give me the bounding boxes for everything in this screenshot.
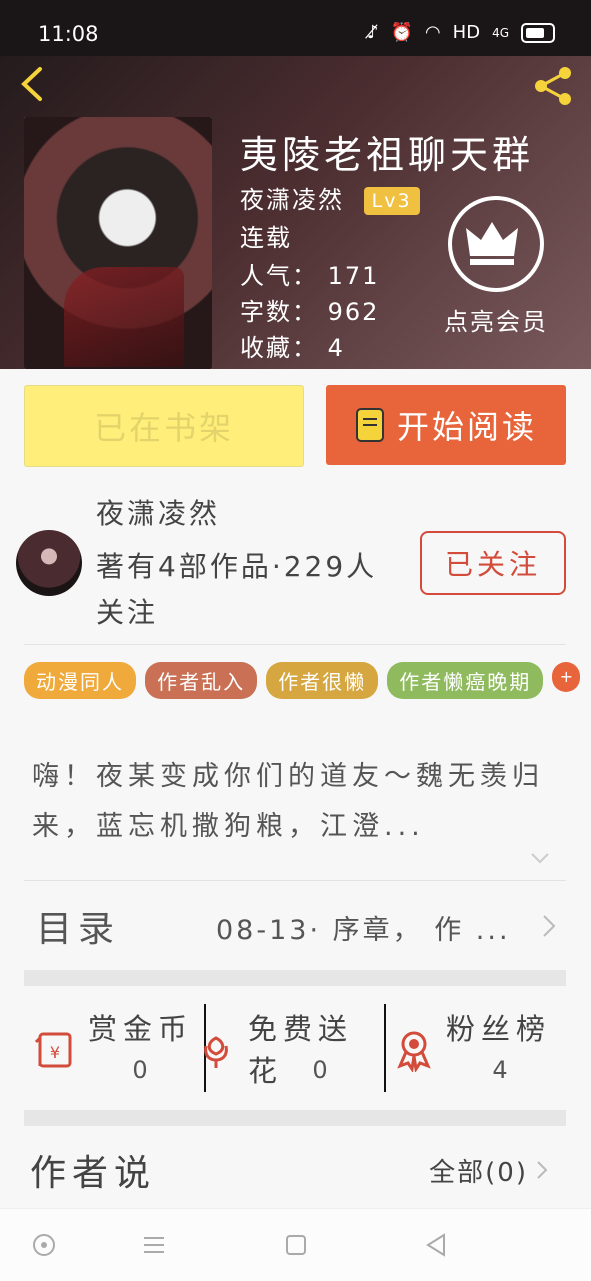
section-separator — [24, 970, 566, 986]
latest-chapter: 08-13· 序章， 作 ... — [216, 915, 511, 946]
author-avatar[interactable] — [16, 530, 82, 596]
book-icon — [355, 408, 384, 442]
divider — [24, 880, 566, 881]
fan-ranking-label: 粉丝榜 — [446, 1012, 552, 1046]
book-status: 连载 — [240, 224, 292, 252]
wifi-icon: ◠ — [424, 22, 441, 43]
in-bookshelf-button[interactable]: 已在书架 — [24, 385, 304, 467]
follow-button[interactable]: 已关注 — [420, 531, 566, 595]
author-says-row[interactable]: 作者说 全部(0) — [24, 1138, 566, 1198]
start-reading-label: 开始阅读 — [396, 408, 537, 446]
tag-item[interactable]: 作者很懒 — [266, 662, 379, 699]
share-icon[interactable] — [531, 64, 575, 108]
fan-ranking-stat[interactable]: 粉丝榜 4 — [386, 1000, 566, 1094]
flower-icon — [204, 1036, 228, 1068]
author-section: 夜潇凌然 著有4部作品·229人关注 已关注 — [16, 488, 576, 629]
vip-button[interactable]: 点亮会员 — [440, 196, 552, 337]
start-reading-button[interactable]: 开始阅读 — [326, 385, 566, 465]
book-author[interactable]: 夜潇凌然 — [240, 186, 344, 214]
assistant-icon[interactable] — [30, 1231, 58, 1259]
reward-coins-value: 0 — [132, 1056, 148, 1084]
home-icon[interactable] — [282, 1231, 310, 1259]
book-title: 夷陵老祖聊天群 — [240, 133, 535, 177]
red-envelope-icon: ¥ — [34, 1032, 72, 1068]
status-icons: ♪̸ ⏰ ◠ HD 4G — [367, 22, 555, 43]
book-cover — [24, 117, 212, 369]
catalog-label: 目录 — [36, 909, 121, 950]
tag-list: 动漫同人 作者乱入 作者很懒 作者懒癌晚期 + — [24, 662, 584, 709]
author-meta: 著有4部作品·229人关注 — [96, 550, 378, 629]
book-description: 嗨！夜某变成你们的道友～魏无羡归来，蓝忘机撒狗粮，江澄... — [32, 761, 544, 842]
menu-icon[interactable] — [140, 1231, 168, 1259]
hd-label: HD — [452, 22, 481, 43]
cover-art-detail — [64, 267, 184, 367]
signal-label: 4G — [492, 25, 509, 40]
chevron-right-icon — [543, 915, 556, 937]
free-flowers-stat[interactable]: 免费送花 0 — [204, 1000, 386, 1094]
reward-coins-stat[interactable]: ¥ 赏金币 0 — [24, 1000, 206, 1094]
author-says-label: 作者说 — [30, 1153, 157, 1194]
status-time: 11:08 — [38, 22, 99, 46]
crown-icon — [448, 196, 544, 292]
author-name[interactable]: 夜潇凌然 — [96, 492, 220, 532]
battery-icon — [521, 22, 555, 43]
alarm-icon: ⏰ — [390, 22, 413, 43]
book-word-count: 字数： 962 — [240, 298, 380, 326]
svg-text:¥: ¥ — [50, 1043, 60, 1062]
chevron-right-icon — [537, 1161, 548, 1179]
level-badge: Lv3 — [363, 187, 420, 215]
author-says-all[interactable]: 全部(0) — [429, 1152, 528, 1189]
book-popularity: 人气： 171 — [240, 262, 380, 290]
reward-coins-label: 赏金币 — [88, 1012, 194, 1046]
back-nav-icon[interactable] — [422, 1231, 450, 1259]
tag-item[interactable]: 动漫同人 — [24, 662, 136, 699]
catalog-row[interactable]: 目录 08-13· 序章， 作 ... — [24, 882, 566, 968]
divider — [24, 644, 566, 645]
tag-item[interactable]: 作者乱入 — [145, 662, 258, 699]
free-flowers-value: 0 — [312, 1056, 328, 1084]
mute-icon: ♪̸ — [367, 22, 379, 43]
fan-ranking-value: 4 — [492, 1056, 508, 1084]
book-author-line: 夜潇凌然 Lv3 — [240, 180, 420, 215]
status-bar: 11:08 ♪̸ ⏰ ◠ HD 4G — [0, 0, 591, 56]
book-favorites: 收藏： 4 — [240, 334, 345, 362]
section-separator — [24, 1110, 566, 1126]
system-nav-bar — [0, 1208, 591, 1281]
award-ribbon-icon — [397, 1031, 431, 1072]
tag-item[interactable]: 作者懒癌晚期 — [387, 662, 544, 699]
vip-label: 点亮会员 — [444, 308, 548, 336]
add-tag-button[interactable]: + — [552, 662, 581, 692]
chevron-down-icon[interactable] — [530, 848, 550, 868]
back-icon[interactable] — [18, 66, 44, 102]
stats-row: ¥ 赏金币 0 免费送花 0 粉丝榜 4 — [24, 1000, 566, 1094]
